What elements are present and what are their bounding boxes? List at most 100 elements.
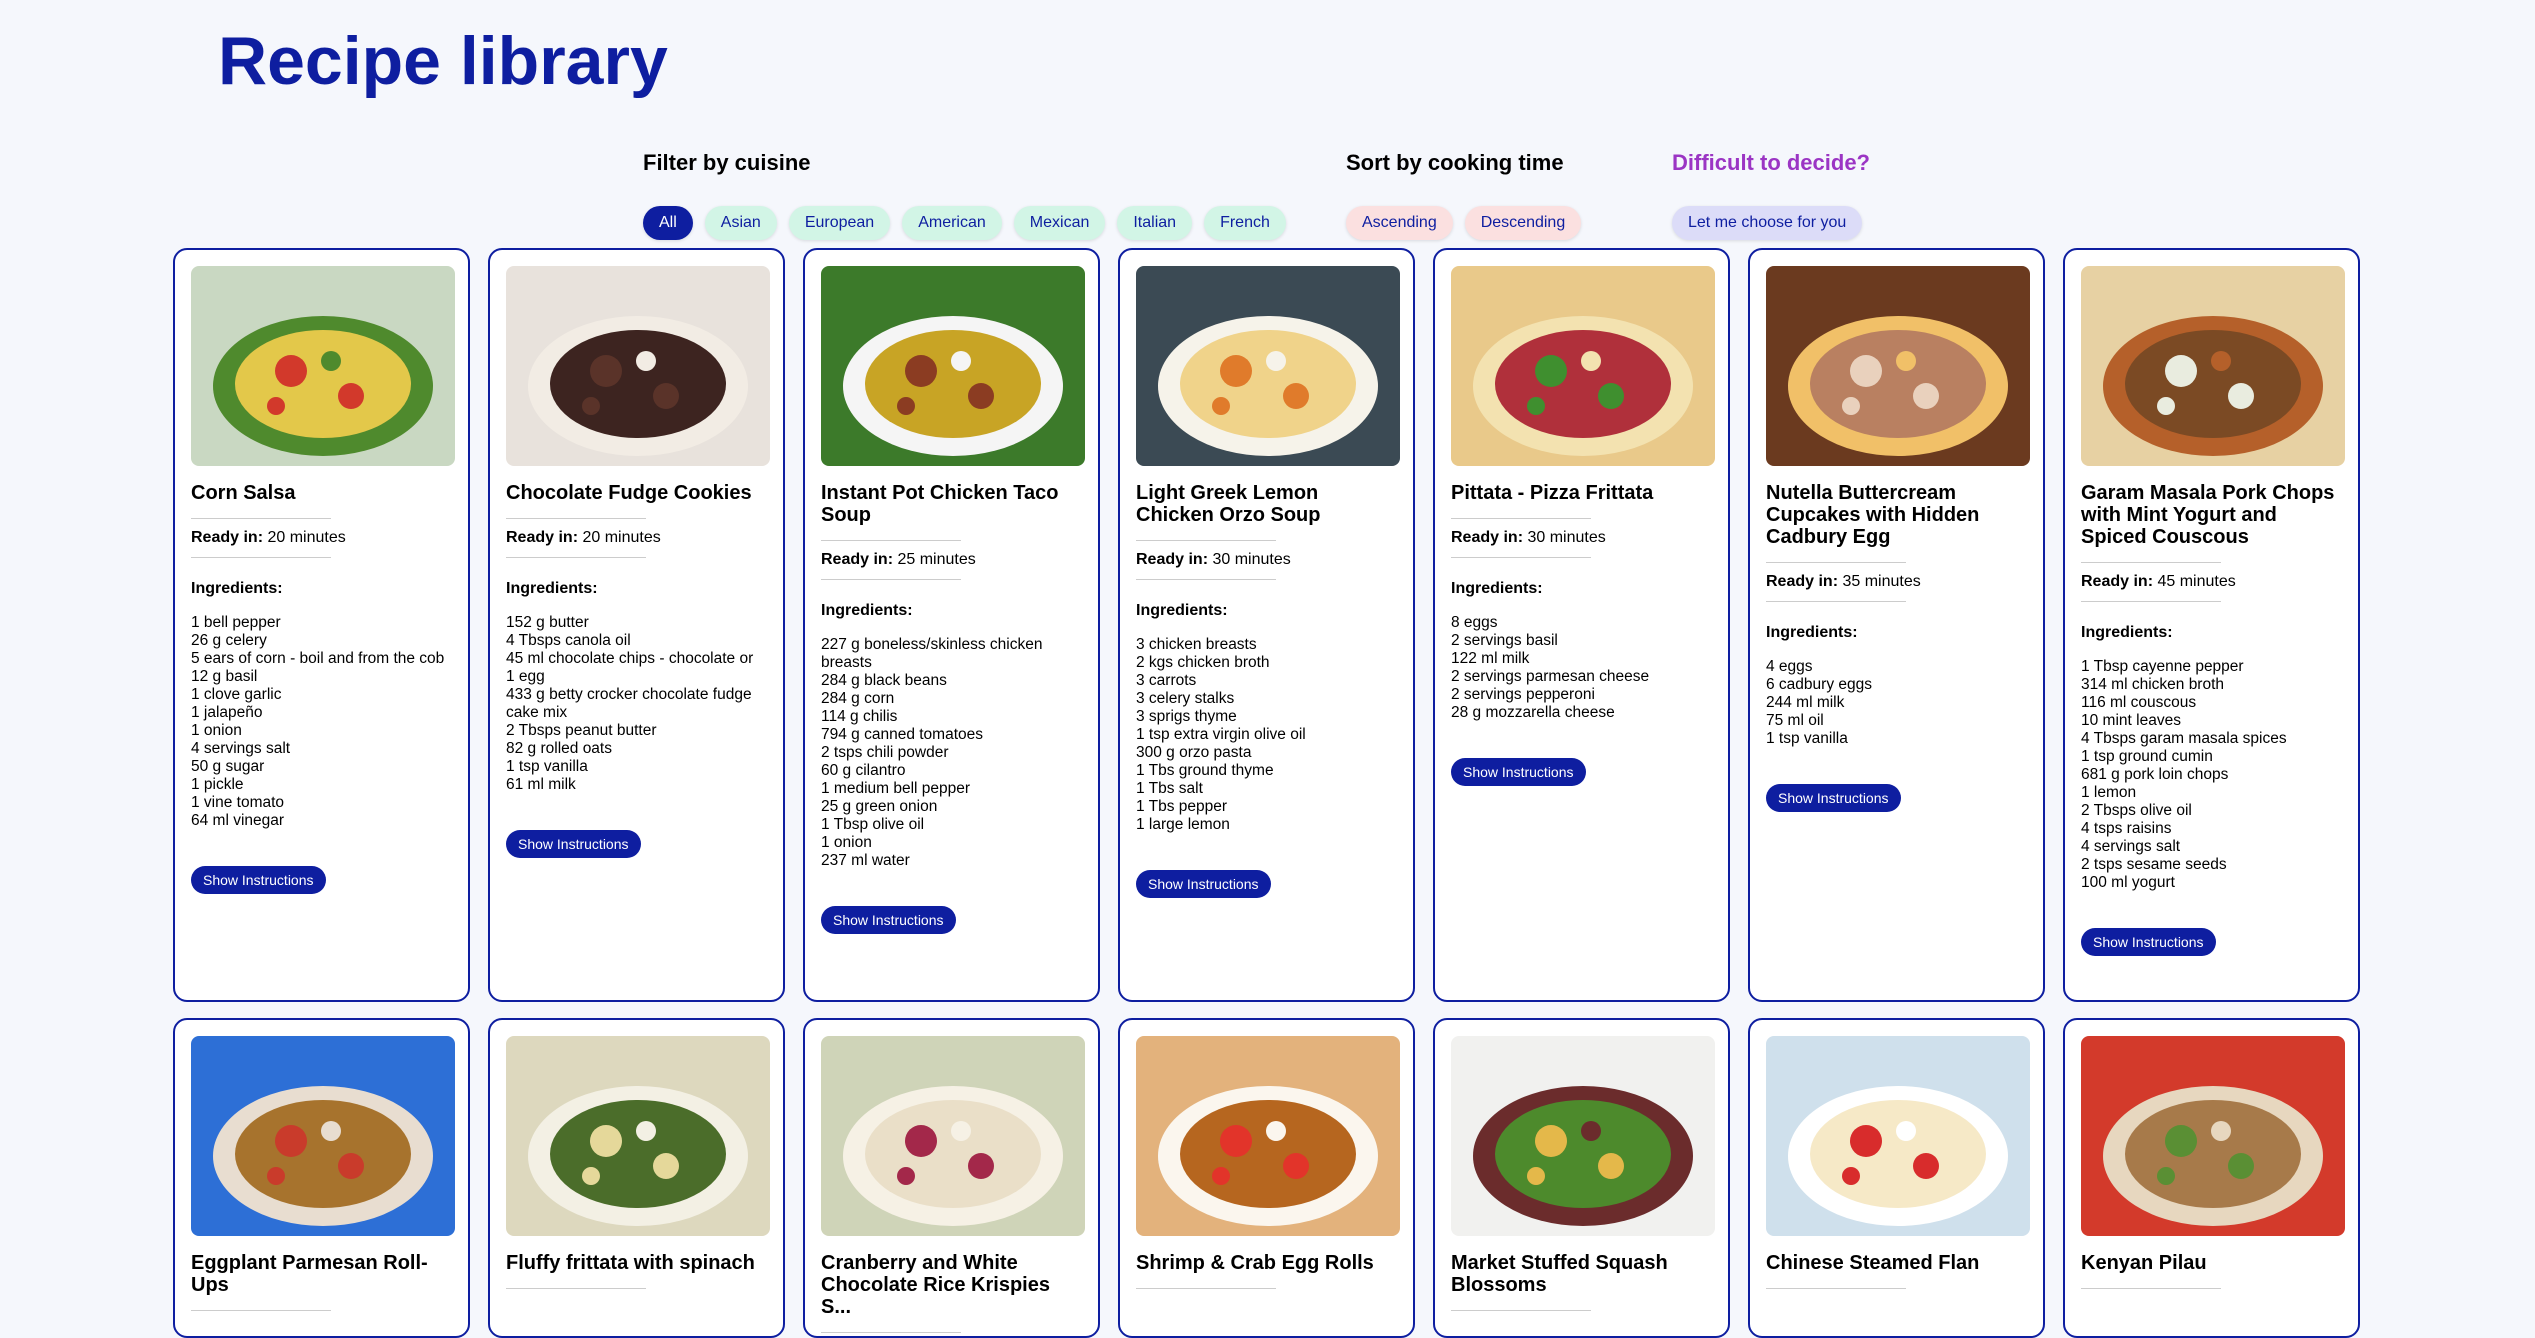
ingredient-item: 1 Tbsp olive oil (821, 816, 925, 833)
ingredient-item: 12 g basil (191, 668, 258, 685)
show-instructions-button[interactable]: Show Instructions (821, 906, 956, 934)
recipe-card: Market Stuffed Squash Blossoms (1433, 1018, 1730, 1338)
show-instructions-button[interactable]: Show Instructions (2081, 928, 2216, 956)
ingredients-label: Ingredients: (2081, 624, 2173, 641)
recipe-card: Fluffy frittata with spinach (488, 1018, 785, 1338)
recipe-card: Pittata - Pizza Frittata Ready in: 30 min… (1433, 248, 1730, 1002)
ingredients-label: Ingredients: (1136, 602, 1228, 619)
ingredient-item: 61 ml milk (506, 776, 576, 793)
show-instructions-button[interactable]: Show Instructions (1136, 870, 1271, 898)
ingredient-item: 100 ml yogurt (2081, 874, 2175, 891)
eggplant-photo (191, 1036, 455, 1236)
ingredient-item: 45 ml chocolate chips - chocolate or (506, 650, 754, 667)
pork-chops-photo (2081, 266, 2345, 466)
ingredient-item: 2 servings pepperoni (1451, 686, 1595, 703)
decide-heading: Difficult to decide? (1672, 150, 1870, 175)
recipe-title: Garam Masala Pork Chops with Mint Yogurt… (2081, 482, 2335, 548)
ingredient-item: 2 Tbsps olive oil (2081, 802, 2192, 819)
flan-photo (1766, 1036, 2030, 1236)
ingredient-item: 1 tsp vanilla (1766, 730, 1848, 747)
cuisine-chip-list: All Asian European American Mexican Italian Fr… (643, 206, 1286, 240)
divider (1136, 540, 1276, 541)
divider (1766, 1288, 1906, 1289)
cuisine-chip-european[interactable]: European (788, 206, 891, 240)
ingredient-item: 1 lemon (2081, 784, 2137, 801)
recipe-card: Chinese Steamed Flan (1748, 1018, 2045, 1338)
show-instructions-button[interactable]: Show Instructions (1451, 758, 1586, 786)
ready-in: Ready in: 30 minutes (1136, 551, 1397, 569)
cuisine-chip-french[interactable]: French (1204, 206, 1286, 240)
ingredient-item: 227 g boneless/skinless chicken breasts (821, 636, 1043, 671)
ingredients-label: Ingredients: (1766, 624, 1858, 641)
recipe-card: Cranberry and White Chocolate Rice Krisp… (803, 1018, 1100, 1338)
ingredient-item: 1 tsp ground cumin (2081, 748, 2213, 765)
ingredient-item: 284 g corn (821, 690, 895, 707)
ready-in-value: 20 minutes (267, 529, 346, 546)
ingredient-item: 1 large lemon (1136, 816, 1230, 833)
ingredient-item: 1 bell pepper (191, 614, 281, 631)
ingredient-item: 300 g orzo pasta (1136, 744, 1252, 761)
divider (1136, 579, 1276, 580)
ingredient-item: 237 ml water (821, 852, 910, 869)
ingredient-list: 3 chicken breasts 2 kgs chicken broth 3 ca… (1136, 636, 1397, 834)
recipe-card: Shrimp & Crab Egg Rolls (1118, 1018, 1415, 1338)
ready-in-label: Ready in: (1766, 573, 1839, 590)
ingredient-item: 2 kgs chicken broth (1136, 654, 1270, 671)
divider (1451, 557, 1591, 558)
divider (1451, 518, 1591, 519)
ready-in-value: 20 minutes (582, 529, 661, 546)
cuisine-chip-american[interactable]: American (902, 206, 1002, 240)
ingredient-item: 3 chicken breasts (1136, 636, 1257, 653)
show-instructions-button[interactable]: Show Instructions (1766, 784, 1901, 812)
ingredient-item: 5 ears of corn - boil and from the cob (191, 650, 445, 667)
sort-chip-descending[interactable]: Descending (1464, 206, 1582, 240)
divider (191, 1310, 331, 1311)
sort-control: Sort by cooking time Ascending Descending (1346, 150, 1582, 240)
ingredient-item: 1 medium bell pepper (821, 780, 971, 797)
divider (191, 518, 331, 519)
let-me-choose-button[interactable]: Let me choose for you (1672, 206, 1863, 240)
ingredient-item: 681 g pork loin chops (2081, 766, 2229, 783)
ready-in-value: 30 minutes (1527, 529, 1606, 546)
cuisine-filter: Filter by cuisine All Asian European Americ… (643, 150, 1286, 240)
recipe-title: Cranberry and White Chocolate Rice Krisp… (821, 1252, 1050, 1318)
cuisine-chip-all[interactable]: All (643, 206, 693, 240)
recipe-title: Shrimp & Crab Egg Rolls (1136, 1252, 1374, 1274)
cuisine-chip-asian[interactable]: Asian (704, 206, 777, 240)
ingredient-item: 3 sprigs thyme (1136, 708, 1237, 725)
ingredient-item: 3 carrots (1136, 672, 1197, 689)
cuisine-chip-italian[interactable]: Italian (1117, 206, 1193, 240)
divider (821, 540, 961, 541)
ingredient-item: 82 g rolled oats (506, 740, 612, 757)
decide-chip-list: Let me choose for you (1672, 206, 1870, 240)
ingredient-item: 4 Tbsps canola oil (506, 632, 631, 649)
sort-chip-list: Ascending Descending (1346, 206, 1582, 240)
sort-chip-ascending[interactable]: Ascending (1346, 206, 1453, 240)
show-instructions-button[interactable]: Show Instructions (506, 830, 641, 858)
cuisine-chip-mexican[interactable]: Mexican (1013, 206, 1106, 240)
recipe-title: Chocolate Fudge Cookies (506, 482, 752, 504)
ingredient-item: 4 Tbsps garam masala spices (2081, 730, 2287, 747)
ingredient-item: 4 servings salt (191, 740, 291, 757)
ingredient-item: 122 ml milk (1451, 650, 1530, 667)
recipe-title: Eggplant Parmesan Roll-Ups (191, 1252, 428, 1296)
ingredient-item: 1 pickle (191, 776, 244, 793)
ingredient-item: 10 mint leaves (2081, 712, 2181, 729)
ingredient-item: 28 g mozzarella cheese (1451, 704, 1615, 721)
divider (506, 1288, 646, 1289)
ready-in-value: 45 minutes (2157, 573, 2236, 590)
ready-in: Ready in: 25 minutes (821, 551, 1082, 569)
show-instructions-button[interactable]: Show Instructions (191, 866, 326, 894)
ingredient-item: 314 ml chicken broth (2081, 676, 2225, 693)
ingredient-item: 1 onion (821, 834, 872, 851)
ingredient-item: 433 g betty crocker chocolate fudge cake… (506, 686, 752, 721)
ingredient-list: 152 g butter 4 Tbsps canola oil 45 ml choc… (506, 614, 767, 794)
recipe-title: Corn Salsa (191, 482, 296, 504)
divider (191, 557, 331, 558)
squash-blossoms-photo (1451, 1036, 1715, 1236)
recipe-title: Pittata - Pizza Frittata (1451, 482, 1654, 504)
divider (821, 1332, 961, 1333)
ingredient-item: 3 celery stalks (1136, 690, 1235, 707)
recipe-title: Instant Pot Chicken Taco Soup (821, 482, 1059, 526)
ingredient-item: 116 ml couscous (2081, 694, 2197, 711)
